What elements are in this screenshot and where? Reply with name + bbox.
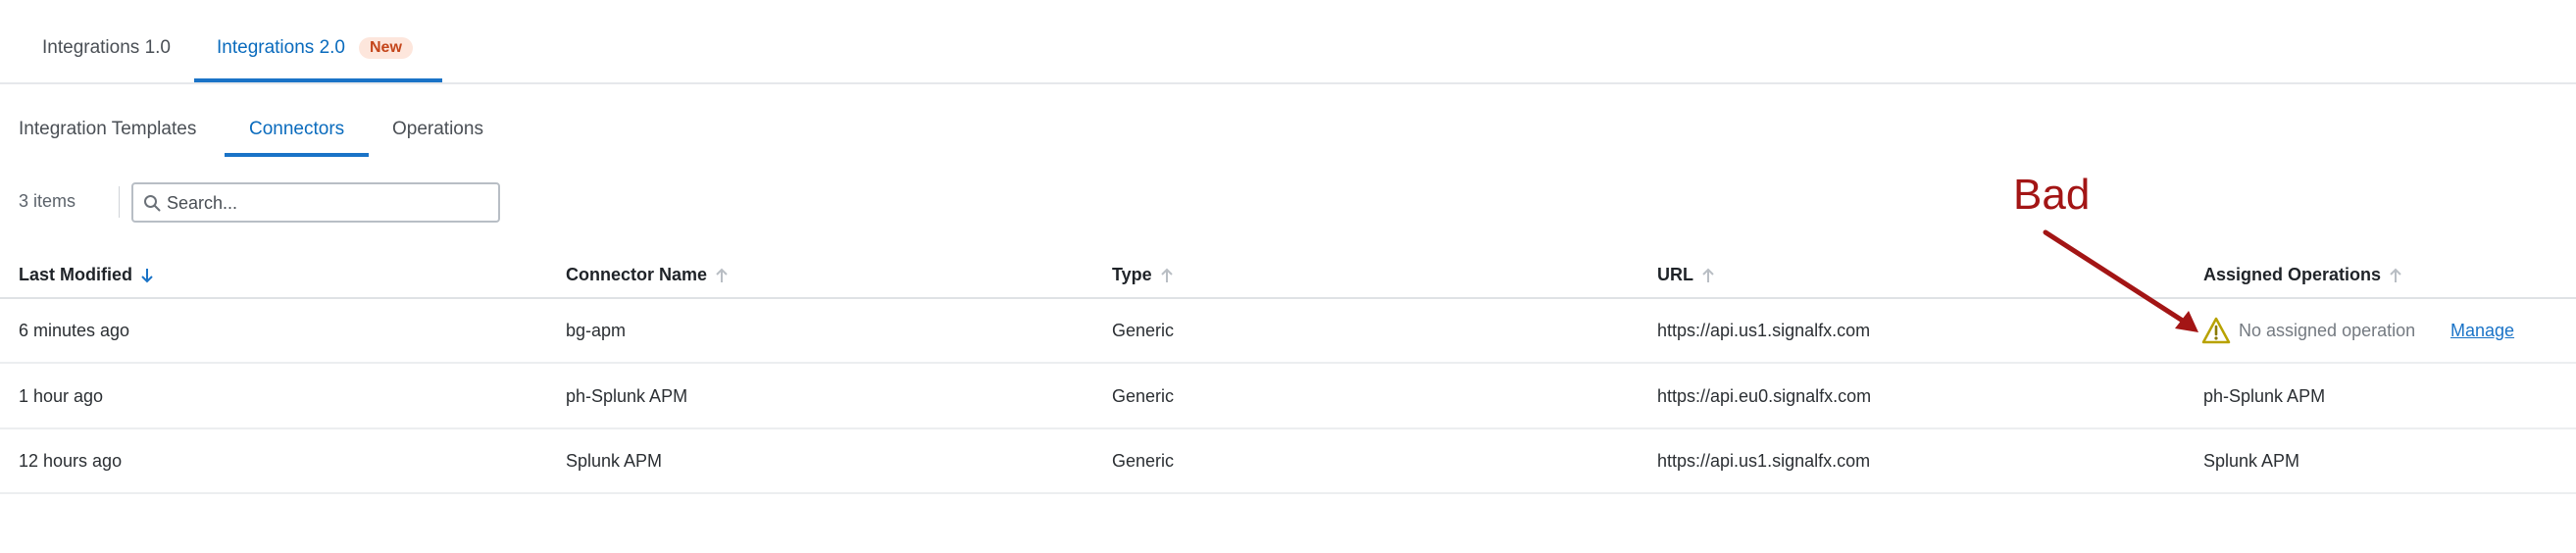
items-count: 3 items <box>19 191 76 211</box>
manage-link[interactable]: Manage <box>2450 321 2514 341</box>
cell-url: https://api.us1.signalfx.com <box>1657 321 1871 340</box>
cell-connector-name: bg-apm <box>566 321 627 340</box>
search-icon <box>144 195 161 212</box>
cell-connector-name: Splunk APM <box>566 451 663 471</box>
cell-last-modified: 6 minutes ago <box>19 321 130 340</box>
cell-type: Generic <box>1112 451 1175 471</box>
arrow-up-icon <box>1160 268 1173 282</box>
cell-assigned-operations: ph-Splunk APM <box>2203 386 2326 406</box>
tab-label: Operations <box>392 119 483 139</box>
column-header-assigned-operations[interactable]: Assigned Operations <box>2203 265 2402 285</box>
tab-integration-templates[interactable]: Integration Templates <box>19 119 196 140</box>
cell-last-modified: 12 hours ago <box>19 451 123 471</box>
table-row[interactable]: 12 hours ago Splunk APM Generic https://… <box>0 429 2576 494</box>
arrow-up-icon <box>716 268 728 282</box>
column-header-type[interactable]: Type <box>1112 265 1174 285</box>
new-badge: New <box>358 37 413 59</box>
tab-integrations-1[interactable]: Integrations 1.0 <box>42 37 171 59</box>
cell-url: https://api.us1.signalfx.com <box>1657 451 1871 471</box>
search-box[interactable] <box>131 182 500 223</box>
column-header-last-modified[interactable]: Last Modified <box>19 265 154 285</box>
active-tab-indicator <box>194 78 442 82</box>
toolbar-divider <box>119 186 120 218</box>
cell-type: Generic <box>1112 321 1175 340</box>
tab-label: Connectors <box>249 119 345 139</box>
tab-label: Integration Templates <box>19 119 197 139</box>
cell-type: Generic <box>1112 386 1175 406</box>
arrow-down-icon <box>141 269 153 283</box>
cell-connector-name: ph-Splunk APM <box>566 386 688 406</box>
column-header-url[interactable]: URL <box>1657 265 1715 285</box>
cell-assigned-operations: No assigned operation <box>2239 321 2416 340</box>
annotation-label: Bad <box>2013 171 2091 219</box>
search-input[interactable] <box>167 188 490 218</box>
annotation-arrow-icon <box>2043 229 2198 332</box>
arrow-up-icon <box>1702 268 1714 282</box>
tab-label: Integrations 2.0 <box>217 37 345 58</box>
tab-integrations-2[interactable]: Integrations 2.0 New <box>217 37 413 59</box>
active-subtab-indicator <box>225 153 369 157</box>
tab-operations[interactable]: Operations <box>392 119 483 140</box>
arrow-up-icon <box>2390 268 2401 282</box>
top-tab-bar: Integrations 1.0 Integrations 2.0 New <box>0 0 2576 84</box>
tab-connectors[interactable]: Connectors <box>249 119 344 140</box>
tab-label: Integrations 1.0 <box>42 37 171 58</box>
cell-assigned-operations: Splunk APM <box>2203 451 2300 471</box>
cell-url: https://api.eu0.signalfx.com <box>1657 386 1872 406</box>
column-header-connector-name[interactable]: Connector Name <box>566 265 729 285</box>
cell-last-modified: 1 hour ago <box>19 386 104 406</box>
table-row[interactable]: 1 hour ago ph-Splunk APM Generic https:/… <box>0 365 2576 429</box>
